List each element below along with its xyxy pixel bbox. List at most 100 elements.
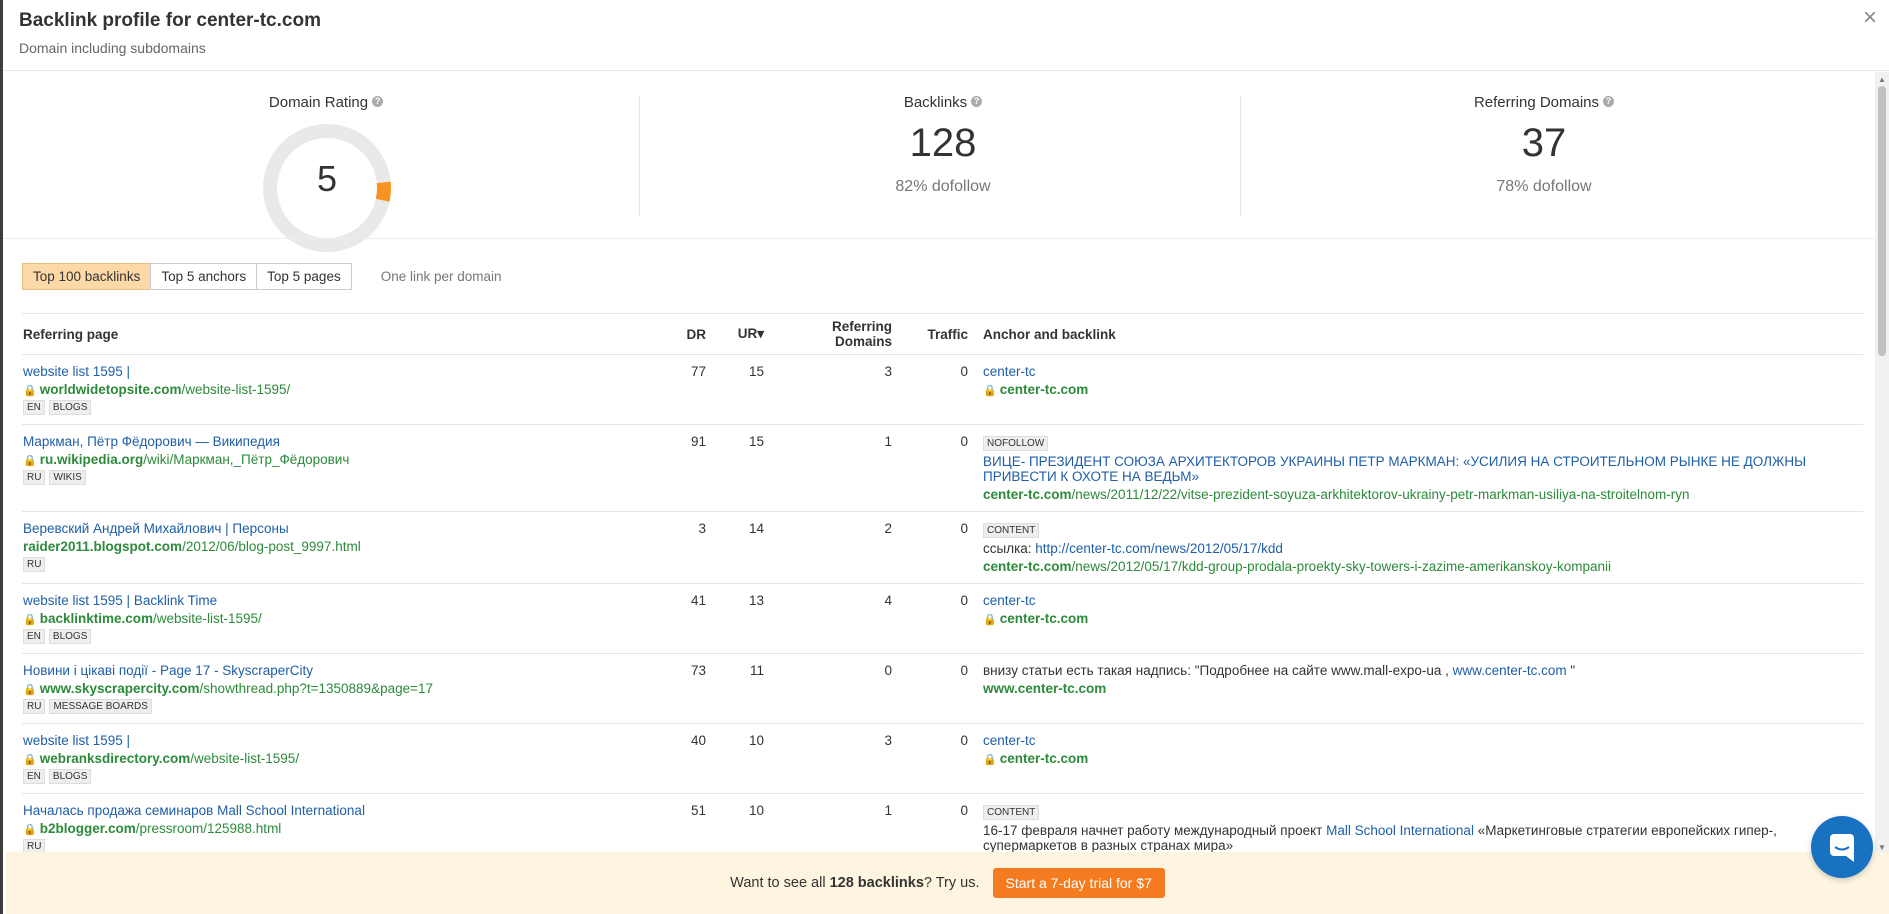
table-row: Новини і цікаві події - Page 17 - Skyscr…: [22, 653, 1863, 724]
referring-path-link[interactable]: /website-list-1595/: [190, 751, 299, 766]
lock-icon: 🔒: [23, 684, 37, 696]
dr-value: 40: [662, 723, 720, 794]
traffic-value: 0: [906, 583, 982, 654]
referring-domain-link[interactable]: ru.wikipedia.org: [40, 452, 144, 467]
column-referring-domains[interactable]: Referring Domains: [778, 313, 906, 355]
referring-page-title-link[interactable]: website list 1595 | Backlink Time: [23, 593, 217, 608]
lock-icon: 🔒: [983, 385, 997, 397]
referring-path-link[interactable]: /2012/06/blog-post_9997.html: [182, 539, 361, 554]
target-path-link[interactable]: /news/2012/05/17/kdd-group-prodala-proek…: [1072, 559, 1611, 574]
referring-page-url: raider2011.blogspot.com/2012/06/blog-pos…: [23, 539, 661, 554]
backlink-target-url: 🔒 center-tc.com: [983, 611, 1862, 626]
dr-value: 91: [662, 424, 720, 512]
backlink-target-url: www.center-tc.com: [983, 681, 1862, 696]
anchor-context-prefix: внизу статьи есть такая надпись: "Подроб…: [983, 663, 1453, 678]
referring-page-url: 🔒 ru.wikipedia.org/wiki/Маркман,_Пётр_Фёд…: [23, 452, 661, 467]
chat-widget-button[interactable]: [1811, 816, 1873, 878]
backlink-target-url: 🔒 center-tc.com: [983, 751, 1862, 766]
column-dr[interactable]: DR: [662, 313, 720, 355]
referring-page-cell: Маркман, Пётр Фёдорович — Википедия 🔒 ru.w…: [22, 424, 662, 512]
upsell-text-suffix: ? Try us.: [923, 875, 980, 891]
language-category-tag: RU: [23, 699, 46, 714]
stat-referring-domains: Referring Domains? 37 78% dofollow: [1237, 80, 1851, 220]
language-category-tag: BLOGS: [48, 400, 92, 415]
referring-domain-link[interactable]: worldwidetopsite.com: [40, 382, 182, 397]
dr-value: 77: [662, 354, 720, 425]
referring-page-title-link[interactable]: Маркман, Пётр Фёдорович — Википедия: [23, 434, 280, 449]
column-anchor-backlink[interactable]: Anchor and backlink: [982, 313, 1863, 355]
upsell-text-strong: 128 backlinks: [829, 875, 924, 891]
column-ur[interactable]: UR▾: [720, 313, 778, 355]
domain-rating-label-text: Domain Rating: [268, 94, 369, 111]
referring-domains-value: 2: [778, 511, 906, 584]
help-icon[interactable]: ?: [372, 96, 384, 107]
target-domain-link[interactable]: center-tc.com: [1000, 751, 1089, 766]
target-domain-link[interactable]: center-tc.com: [983, 487, 1072, 502]
upsell-text-prefix: Want to see all: [730, 875, 830, 891]
anchor-cell: CONTENT ссылка: http://center-tc.com/news…: [982, 511, 1863, 584]
language-category-tag: RU: [23, 557, 46, 572]
tab-top-5-anchors[interactable]: Top 5 anchors: [150, 263, 258, 290]
referring-page-title-link[interactable]: website list 1595 |: [23, 733, 130, 748]
backlinks-table: Referring page DR UR▾ Referring Domains …: [22, 313, 1863, 881]
referring-page-url: 🔒 www.skyscrapercity.com/showthread.php?t…: [23, 681, 661, 696]
backlinks-label-text: Backlinks: [903, 94, 968, 111]
anchor-inline-link[interactable]: http://center-tc.com/news/2012/05/17/kdd: [1035, 541, 1283, 556]
anchor-cell: center-tc 🔒 center-tc.com: [982, 354, 1863, 425]
referring-path-link[interactable]: /showthread.php?t=1350889&page=17: [200, 681, 433, 696]
start-trial-button[interactable]: Start a 7-day trial for $7: [992, 868, 1165, 898]
referring-domain-link[interactable]: backlinktime.com: [40, 611, 153, 626]
tag-list: RU: [23, 554, 661, 572]
anchor-text-link[interactable]: ВИЦЕ- ПРЕЗИДЕНТ СОЮЗА АРХИТЕКТОРОВ УКРАИ…: [983, 454, 1806, 484]
target-domain-link[interactable]: center-tc.com: [983, 559, 1072, 574]
language-category-tag: BLOGS: [48, 629, 92, 644]
scroll-down-icon[interactable]: ▼: [1878, 843, 1886, 852]
referring-domain-link[interactable]: www.skyscrapercity.com: [40, 681, 200, 696]
target-domain-link[interactable]: www.center-tc.com: [983, 681, 1106, 696]
scrollbar[interactable]: ▲ ▼: [1875, 72, 1889, 852]
help-icon[interactable]: ?: [971, 96, 983, 107]
lock-icon: 🔒: [983, 754, 997, 766]
referring-domains-value: 3: [778, 354, 906, 425]
referring-domain-link[interactable]: webranksdirectory.com: [40, 751, 191, 766]
referring-page-title-link[interactable]: Веревский Андрей Михайлович | Персоны: [23, 521, 289, 536]
target-domain-link[interactable]: center-tc.com: [1000, 611, 1089, 626]
anchor-inline-link[interactable]: www.center-tc.com: [1453, 663, 1567, 678]
close-icon[interactable]: ×: [1863, 4, 1877, 32]
target-path-link[interactable]: /news/2011/12/22/vitse-prezident-soyuza-…: [1072, 487, 1690, 502]
anchor-text-link[interactable]: center-tc: [983, 364, 1036, 379]
referring-domains-value: 37: [1521, 121, 1567, 165]
referring-page-title-link[interactable]: Новини і цікаві події - Page 17 - Skyscr…: [23, 663, 313, 678]
lock-icon: 🔒: [23, 455, 37, 467]
scroll-up-icon[interactable]: ▲: [1878, 75, 1886, 84]
anchor-text-link[interactable]: center-tc: [983, 593, 1036, 608]
anchor-cell: center-tc 🔒 center-tc.com: [982, 723, 1863, 794]
page-subtitle: Domain including subdomains: [19, 40, 206, 56]
target-domain-link[interactable]: center-tc.com: [1000, 382, 1089, 397]
column-traffic[interactable]: Traffic: [906, 313, 982, 355]
tab-top-5-pages[interactable]: Top 5 pages: [256, 263, 352, 290]
one-link-per-domain-toggle[interactable]: One link per domain: [381, 269, 502, 284]
language-category-tag: EN: [23, 769, 45, 784]
referring-page-title-link[interactable]: website list 1595 |: [23, 364, 130, 379]
scrollbar-thumb[interactable]: [1878, 86, 1886, 356]
ur-value: 15: [720, 424, 778, 512]
referring-domain-link[interactable]: b2blogger.com: [40, 821, 136, 836]
traffic-value: 0: [906, 511, 982, 584]
anchor-cell: center-tc 🔒 center-tc.com: [982, 583, 1863, 654]
referring-path-link[interactable]: /website-list-1595/: [153, 611, 262, 626]
help-icon[interactable]: ?: [1603, 96, 1615, 107]
referring-domain-link[interactable]: raider2011.blogspot.com: [23, 539, 182, 554]
referring-page-title-link[interactable]: Началась продажа семинаров Mall School I…: [23, 803, 365, 818]
anchor-text-link[interactable]: center-tc: [983, 733, 1036, 748]
column-referring-page[interactable]: Referring page: [22, 313, 662, 355]
tab-top-100-backlinks[interactable]: Top 100 backlinks: [22, 263, 152, 290]
referring-path-link[interactable]: /wiki/Маркман,_Пётр_Фёдорович: [143, 452, 349, 467]
traffic-value: 0: [906, 653, 982, 724]
stat-domain-rating: Domain Rating? 5: [19, 80, 633, 252]
table-row: Маркман, Пётр Фёдорович — Википедия 🔒 ru.w…: [22, 424, 1863, 512]
referring-path-link[interactable]: /website-list-1595/: [181, 382, 290, 397]
referring-path-link[interactable]: /pressroom/125988.html: [136, 821, 282, 836]
backlink-target-url: center-tc.com/news/2012/05/17/kdd-group-…: [983, 559, 1862, 574]
anchor-inline-link[interactable]: Mall School International: [1326, 823, 1474, 838]
